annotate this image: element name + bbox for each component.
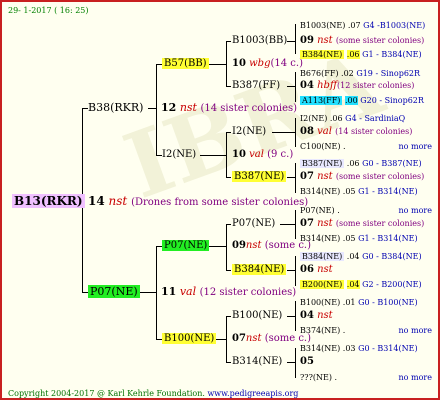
root-drones: 14 nst (Drones from some sister colonies… bbox=[88, 194, 309, 208]
gen4-row: B200(NE) .04 G2 - B200(NE) bbox=[300, 280, 422, 289]
gen4-row: B314(NE) .05 G1 - B314(NE) bbox=[300, 234, 418, 243]
gen3-queen: B387(NE) bbox=[232, 171, 287, 182]
gen2-drones: 10 wbg(14 c.) bbox=[232, 58, 303, 69]
gen3-drones: 04 nst bbox=[300, 310, 333, 321]
gen1-top: B38(RKR) bbox=[88, 101, 144, 114]
gen4-row: B374(NE) . no more bbox=[300, 326, 432, 335]
gen3-drones: 06 nst bbox=[300, 264, 333, 275]
gen4-row: P07(NE) . no more bbox=[300, 206, 432, 215]
gen3-queen: I2(NE) bbox=[232, 126, 267, 137]
gen4-row: B1003(NE) .07 G4 -B1003(NE) bbox=[300, 21, 426, 30]
gen3-queen: B384(NE) bbox=[232, 264, 287, 275]
root-name: B13(RKR) bbox=[12, 194, 85, 208]
gen3-drones: 07 nst (some sister colonies) bbox=[300, 171, 425, 182]
gen4-row: B384(NE) .06 G1 - B384(NE) bbox=[300, 50, 422, 59]
gen2-drones: 10 val (9 c.) bbox=[232, 149, 294, 160]
gen3-drones: 08 val (14 sister colonies) bbox=[300, 126, 413, 137]
gen4-row: B384(NE) .04 G0 - B384(NE) bbox=[300, 252, 422, 261]
gen3-drones: 07 nst (some sister colonies) bbox=[300, 218, 425, 229]
gen1-bottom-drones: 11 val (12 sister colonies) bbox=[161, 285, 297, 299]
gen3-queen: B1003(BB) bbox=[232, 35, 288, 46]
pedigree-page: IBRA 29- 1-2017 ( 16: 25) B13(RKR) 14 ns… bbox=[0, 0, 440, 400]
gen3-drones: 09 nst (some sister colonies) bbox=[300, 35, 425, 46]
gen3-queen: P07(NE) bbox=[232, 218, 276, 229]
gen4-row: B314(NE) .05 G1 - B314(NE) bbox=[300, 187, 418, 196]
gen3-queen: B100(NE) bbox=[232, 310, 283, 321]
gen3-queen: B387(FF) bbox=[232, 80, 281, 91]
gen3-drones: 05 bbox=[300, 356, 314, 367]
gen2-queen: I2(NE) bbox=[162, 149, 197, 160]
gen4-row: B314(NE) .03 G0 - B314(NE) bbox=[300, 344, 418, 353]
gen4-row: B676(FF) .02 G19 - Sinop62R bbox=[300, 69, 421, 78]
gen2-queen: B57(BB) bbox=[162, 58, 209, 69]
gen4-row: C100(NE) . no more bbox=[300, 142, 432, 151]
gen1-bottom: P07(NE) bbox=[88, 285, 140, 298]
copyright-text: Copyright 2004-2017 @ Karl Kehrle Founda… bbox=[8, 389, 205, 398]
gen4-row: I2(NE) .06 G4 - SardiniaQ bbox=[300, 114, 406, 123]
gen4-row: B387(NE) .06 G0 - B387(NE) bbox=[300, 159, 422, 168]
gen1-top-drones: 12 nst (14 sister colonies) bbox=[161, 101, 298, 115]
gen4-row: ???(NE) . no more bbox=[300, 373, 432, 382]
date-stamp: 29- 1-2017 ( 16: 25) bbox=[8, 6, 89, 15]
site-link[interactable]: www.pedigreeapis.org bbox=[207, 389, 298, 398]
gen4-row: A113(FF) .00 G20 - Sinop62R bbox=[300, 96, 424, 105]
gen2-queen: B100(NE) bbox=[162, 333, 217, 344]
gen3-queen: B314(NE) bbox=[232, 356, 283, 367]
gen3-drones: 04 hbff(12 sister colonies) bbox=[300, 80, 415, 91]
gen4-row: B100(NE) .01 G0 - B100(NE) bbox=[300, 298, 418, 307]
footer: Copyright 2004-2017 @ Karl Kehrle Founda… bbox=[8, 389, 298, 398]
gen2-queen: P07(NE) bbox=[162, 240, 210, 251]
root-queen: B13(RKR) bbox=[12, 194, 85, 208]
